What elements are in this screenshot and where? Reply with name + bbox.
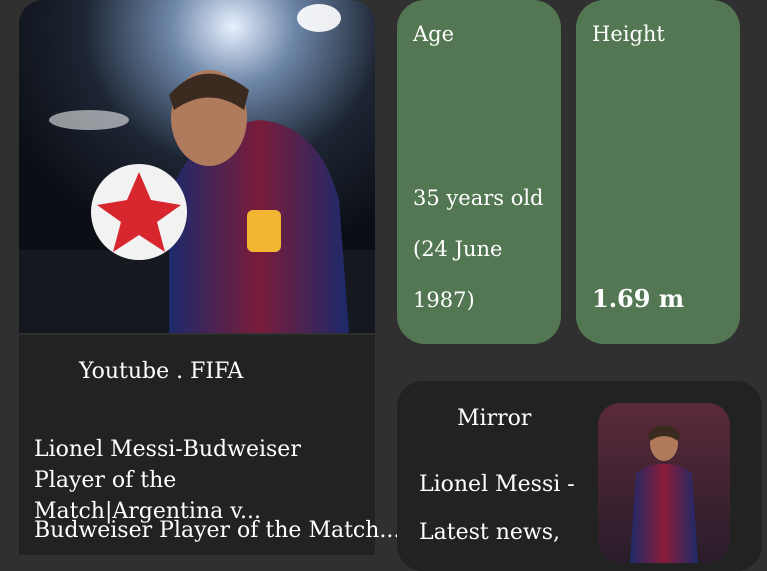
news-card[interactable]: Mirror Lionel Messi - Latest news, bbox=[397, 381, 762, 571]
video-description: Budweiser Player of the Match... bbox=[34, 518, 401, 543]
player-photo-image bbox=[19, 0, 375, 333]
news-source: Mirror bbox=[457, 406, 532, 431]
news-thumbnail[interactable] bbox=[598, 403, 730, 563]
player-photo[interactable] bbox=[19, 0, 375, 333]
height-card[interactable]: Height 1.69 m bbox=[576, 0, 740, 344]
age-label: Age bbox=[413, 22, 455, 46]
video-title[interactable]: Lionel Messi-Budweiser Player of the Mat… bbox=[34, 434, 372, 527]
news-headline[interactable]: Lionel Messi - Latest news, bbox=[419, 461, 589, 557]
video-card[interactable]: Youtube . FIFA Lionel Messi-Budweiser Pl… bbox=[19, 335, 400, 555]
news-thumbnail-image bbox=[598, 403, 730, 563]
age-value: 35 years old (24 June 1987) bbox=[413, 186, 544, 312]
height-value: 1.69 m bbox=[592, 284, 685, 313]
age-card[interactable]: Age 35 years old (24 June 1987) bbox=[397, 0, 561, 344]
height-label: Height bbox=[592, 22, 665, 46]
video-source: Youtube . FIFA bbox=[79, 359, 244, 384]
